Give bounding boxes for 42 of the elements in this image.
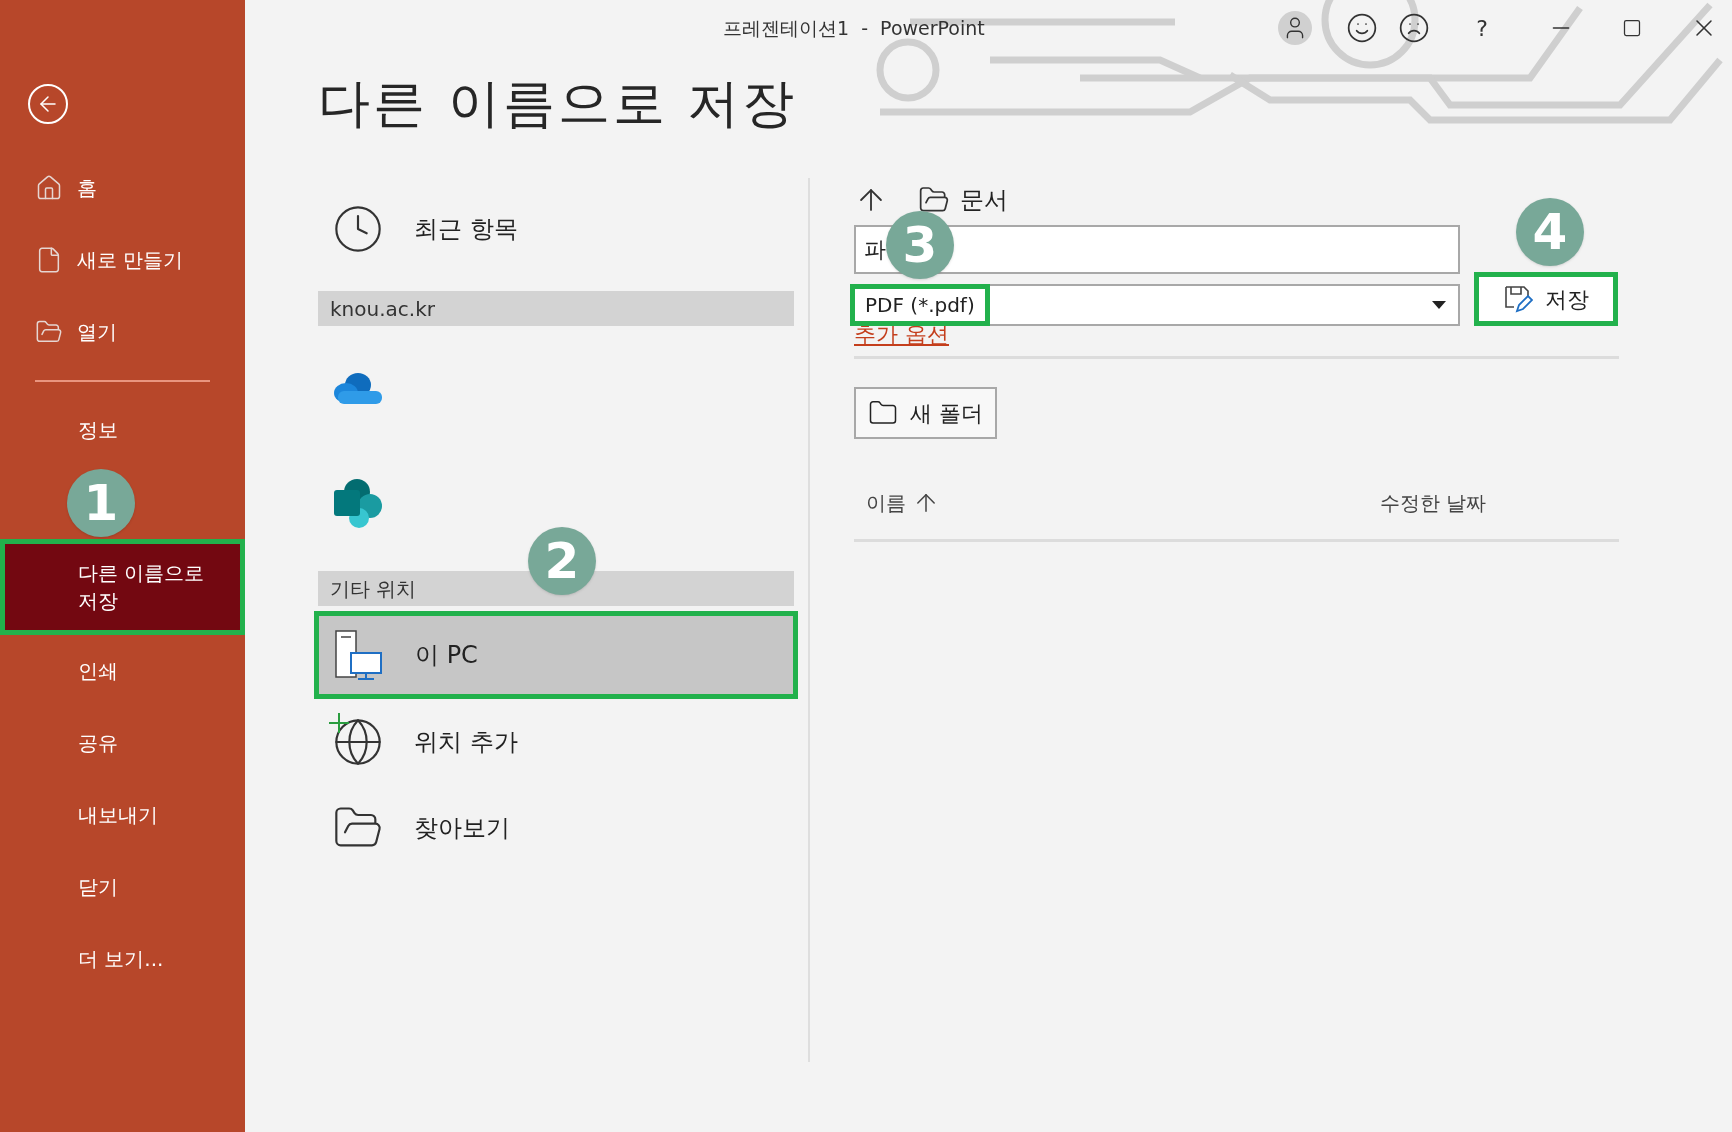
step-number-badge: 3 [886,211,954,279]
maximize-icon[interactable] [1622,18,1642,38]
dropdown-caret-icon [1432,301,1446,309]
clock-icon [332,203,384,255]
step-number-badge: 2 [528,527,596,595]
sidebar-item[interactable]: 더 보기... [0,923,245,995]
computer-icon [333,629,385,681]
smile-icon[interactable] [1346,12,1378,44]
folder-path[interactable]: 문서 [960,182,1008,218]
column-header[interactable]: 수정한 날짜 [1380,488,1487,518]
save-button[interactable]: 저장 [1474,272,1618,326]
page-title: 다른 이름으로 저장 [318,72,798,135]
column-header[interactable]: 이름 [866,488,940,518]
sidebar-item[interactable]: 정보 [0,394,245,466]
location-item[interactable]: 찾아보기 [318,785,794,871]
step-number-badge: 1 [67,469,135,537]
section-header-label: knou.ac.kr [330,295,435,323]
window-title: 프레젠테이션1 - PowerPoint [723,16,985,41]
frown-icon[interactable] [1398,12,1430,44]
add-globe-icon [332,716,384,768]
sidebar-item[interactable]: 새로 만들기 [0,224,245,296]
back-button[interactable] [28,84,68,124]
sharepoint-icon [332,478,384,530]
location-item[interactable]: 이 PC [314,611,798,699]
help-button[interactable]: ? [1464,11,1500,45]
account-icon[interactable] [1278,11,1312,45]
step-number-badge: 4 [1516,198,1584,266]
sidebar-item[interactable]: 인쇄 [0,635,245,707]
file-type-value: PDF (*.pdf) [850,284,990,326]
sidebar-item[interactable]: 내보내기 [0,779,245,851]
sidebar-item[interactable]: 홈 [0,152,245,224]
sidebar-item[interactable]: 다른 이름으로 저장 [0,539,245,635]
new-folder-button[interactable]: 새 폴더 [854,387,997,439]
sidebar-item[interactable]: 공유 [0,707,245,779]
home-icon [35,174,63,202]
cloud-icon [332,371,384,405]
location-item[interactable]: 최근 항목 [318,186,794,272]
sidebar-item[interactable]: 닫기 [0,851,245,923]
location-item[interactable]: 위치 추가 [318,699,794,785]
sidebar-item[interactable]: 열기 [0,296,245,368]
save-pencil-icon [1503,284,1533,314]
section-header-label: 기타 위치 [330,575,417,603]
